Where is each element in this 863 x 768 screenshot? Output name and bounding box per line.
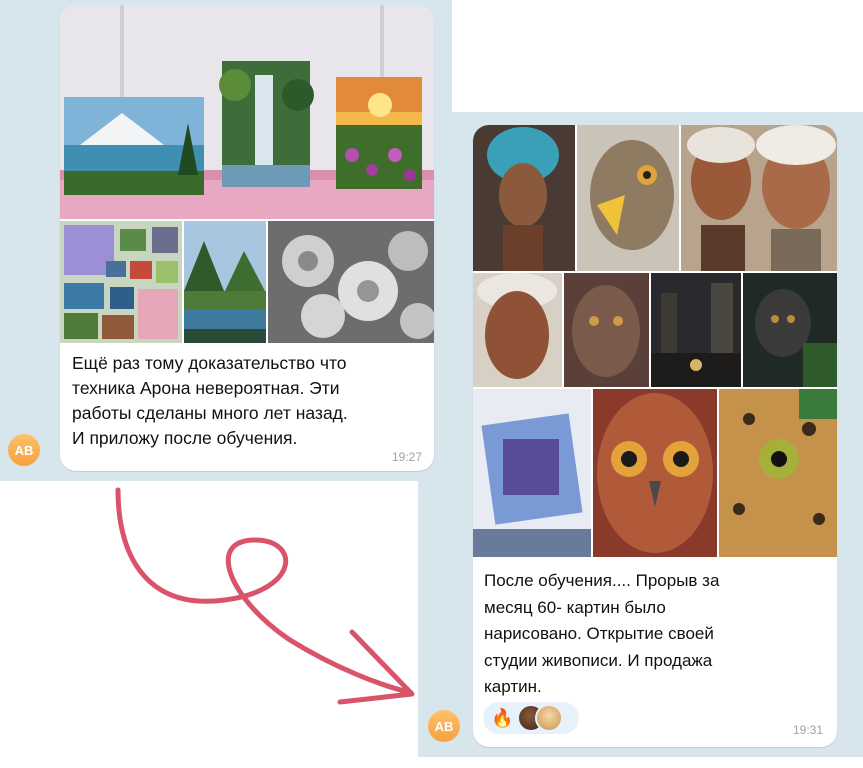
message-one-line: И приложу после обучения.: [72, 428, 298, 448]
message-one-line: работы сделаны много лет назад.: [72, 403, 348, 423]
photo-ape-portrait[interactable]: [564, 273, 649, 387]
photo-owl-painting[interactable]: [593, 389, 717, 557]
message-two-line: месяц 60- картин было: [484, 597, 666, 617]
photo-gorilla-mural[interactable]: [743, 273, 837, 387]
message-one-text: Ещё раз тому доказательство что техника …: [72, 351, 422, 451]
photo-woman-turban-portrait[interactable]: [473, 125, 575, 271]
reactor-avatar: [535, 704, 564, 732]
message-one-line: Ещё раз тому доказательство что: [72, 353, 347, 373]
message-two-line: студии живописи. И продажа: [484, 650, 713, 670]
avatar[interactable]: AB: [8, 434, 40, 466]
message-two-line: После обучения.... Прорыв за: [484, 571, 720, 590]
message-two-line: картин.: [484, 677, 542, 696]
message-bubble-one[interactable]: Ещё раз тому доказательство что техника …: [60, 5, 434, 471]
photo-old-man-closeup[interactable]: [473, 273, 562, 387]
message-one-line: техника Арона невероятная. Эти: [72, 378, 340, 398]
avatar[interactable]: AB: [428, 710, 460, 742]
photo-paintings-on-shelf[interactable]: [60, 5, 434, 219]
message-two-time: 19:31: [792, 723, 823, 737]
photo-grey-flowers[interactable]: [268, 221, 434, 343]
photo-leopard-painting[interactable]: [719, 389, 837, 557]
photo-ice-cube-painting[interactable]: [473, 389, 591, 557]
photo-old-man-portraits[interactable]: [681, 125, 837, 271]
message-two-line: нарисовано. Открытие своей: [484, 624, 714, 643]
message-one-time: 19:27: [391, 450, 422, 464]
photo-forest-lake[interactable]: [184, 221, 266, 343]
reaction-pill[interactable]: 🔥: [483, 702, 579, 734]
message-bubble-two[interactable]: После обучения.... Прорыв за месяц 60- к…: [473, 125, 837, 747]
photo-eagle-drawing[interactable]: [577, 125, 679, 271]
photo-collage-paintings[interactable]: [60, 221, 182, 343]
photo-night-city-painting[interactable]: [651, 273, 741, 387]
message-two-text: После обучения.... Прорыв за месяц 60- к…: [484, 568, 824, 701]
fire-reaction-icon: 🔥: [491, 708, 514, 728]
